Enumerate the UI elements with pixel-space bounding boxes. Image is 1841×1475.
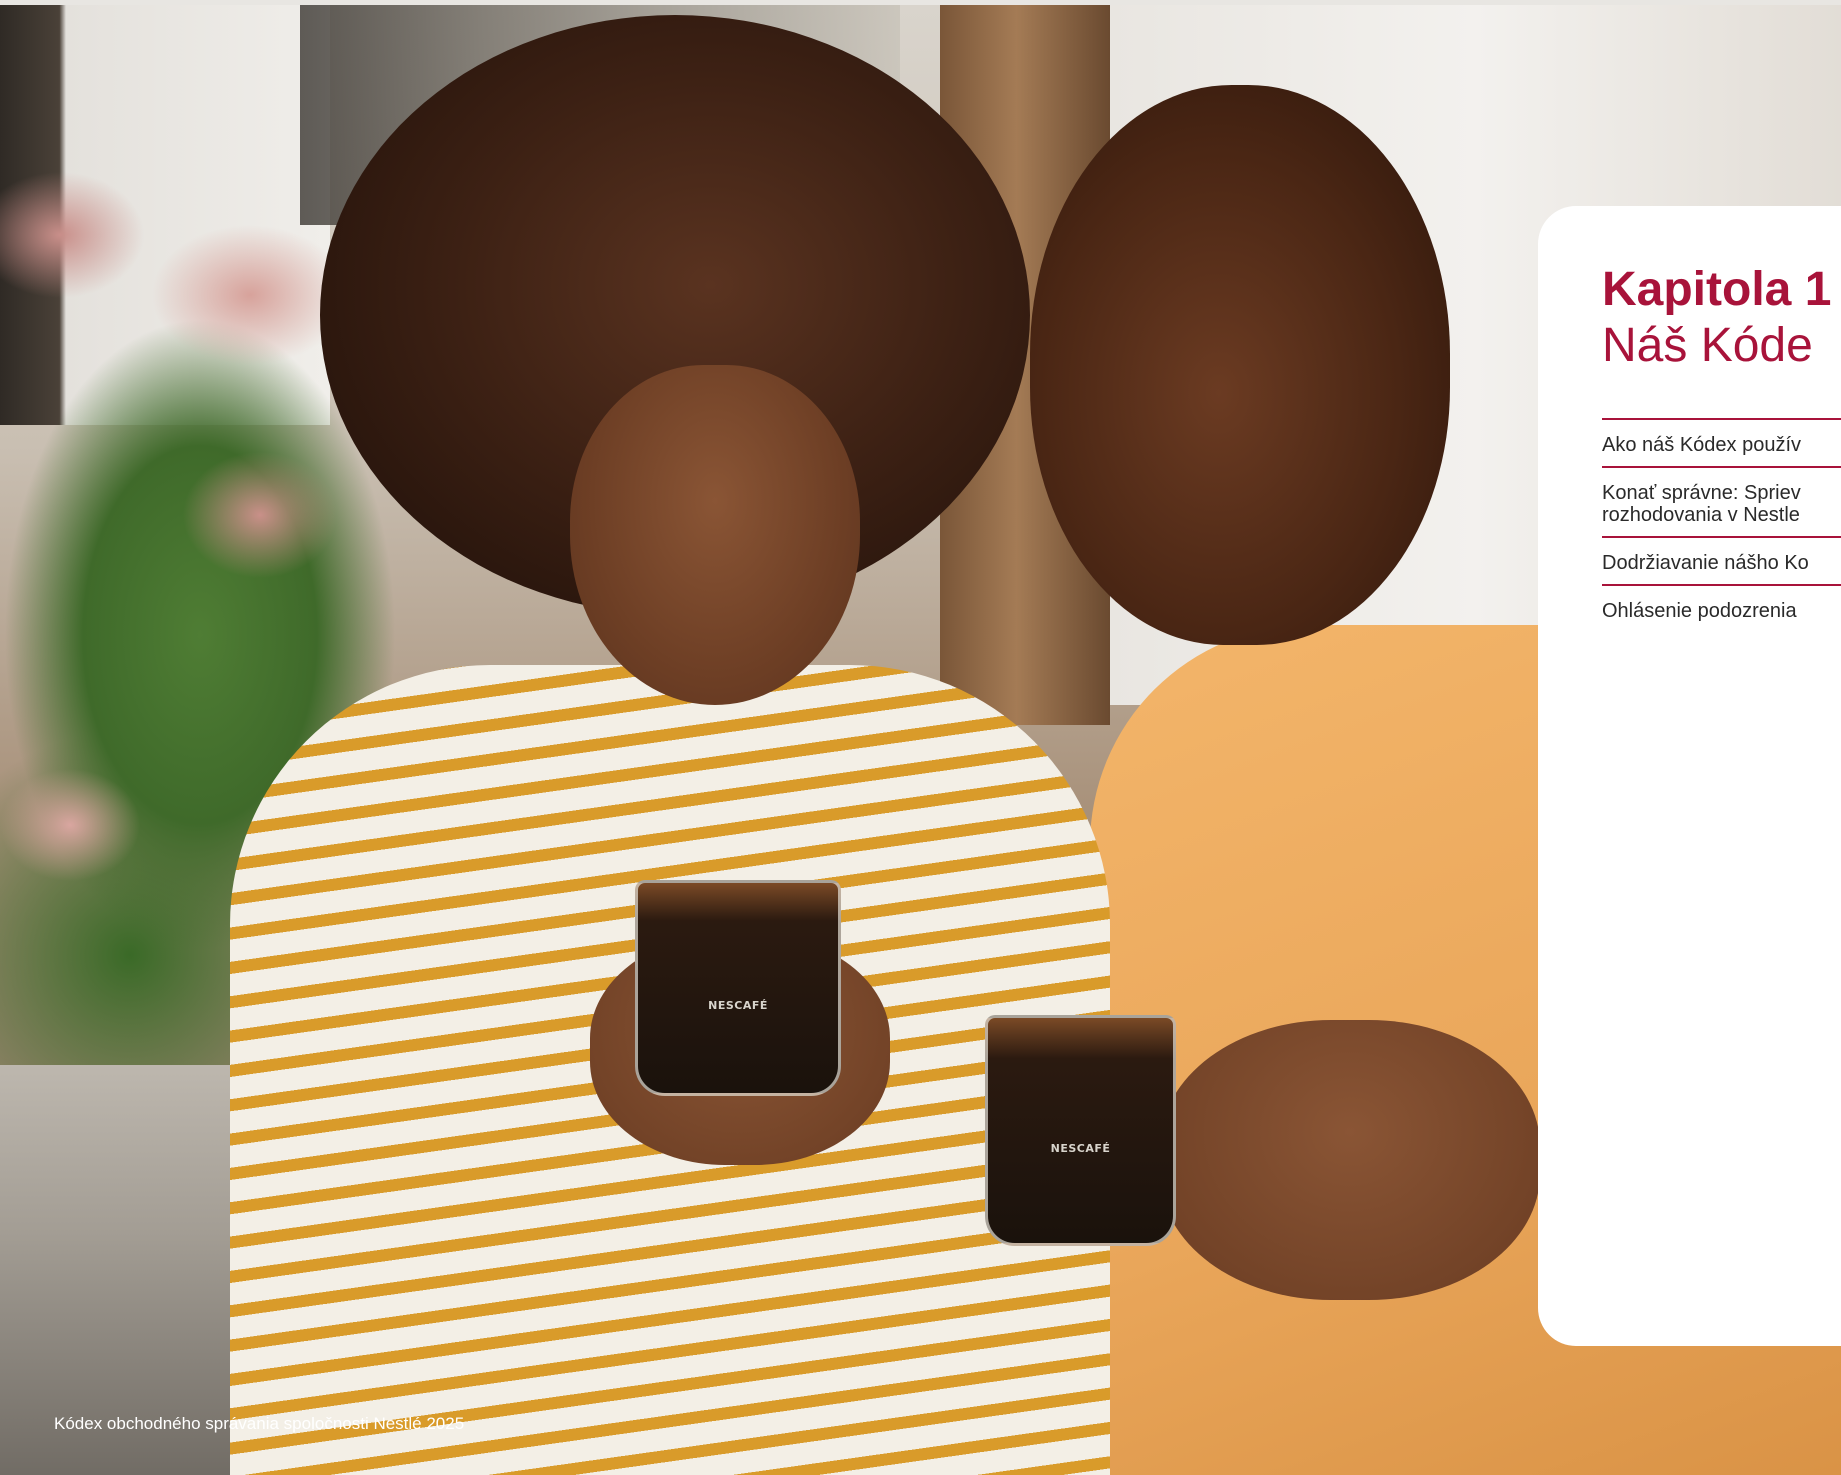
photo-man-hand [1160, 1020, 1540, 1300]
toc-item-doing-right[interactable]: Konať správne: Spriev rozhodovania v Nes… [1602, 468, 1841, 538]
footer-document-title: Kódex obchodného správania spoločnosti N… [54, 1414, 465, 1433]
chapter-title: Náš Kóde [1602, 319, 1813, 372]
page: NESCAFÉ NESCAFÉ Kódex obchodného správan… [0, 0, 1841, 1475]
photo-coffee-cup-right: NESCAFÉ [985, 1015, 1176, 1246]
chapter-toc: Ako náš Kódex použív Konať správne: Spri… [1602, 418, 1841, 632]
photo-coffee-cup-left: NESCAFÉ [635, 880, 841, 1096]
chapter-card: Kapitola 1 Náš Kóde Ako náš Kódex použív… [1538, 206, 1841, 1346]
cup-brand-logo: NESCAFÉ [708, 998, 768, 1012]
toc-item-compliance[interactable]: Dodržiavanie nášho Ko [1602, 538, 1841, 586]
cup-brand-logo: NESCAFÉ [1050, 1141, 1111, 1155]
photo-woman-face [570, 365, 860, 705]
toc-item-using-code[interactable]: Ako náš Kódex použív [1602, 420, 1841, 468]
chapter-card-content: Kapitola 1 Náš Kóde Ako náš Kódex použív… [1602, 262, 1841, 632]
toc-item-doing-right-line-2: rozhodovania v Nestle [1602, 504, 1800, 526]
top-strip [0, 0, 1841, 5]
chapter-label: Kapitola 1 [1602, 263, 1832, 316]
photo-man-head [1030, 85, 1450, 645]
toc-item-reporting[interactable]: Ohlásenie podozrenia [1602, 586, 1841, 632]
toc-item-doing-right-line-1: Konať správne: Spriev [1602, 482, 1801, 504]
